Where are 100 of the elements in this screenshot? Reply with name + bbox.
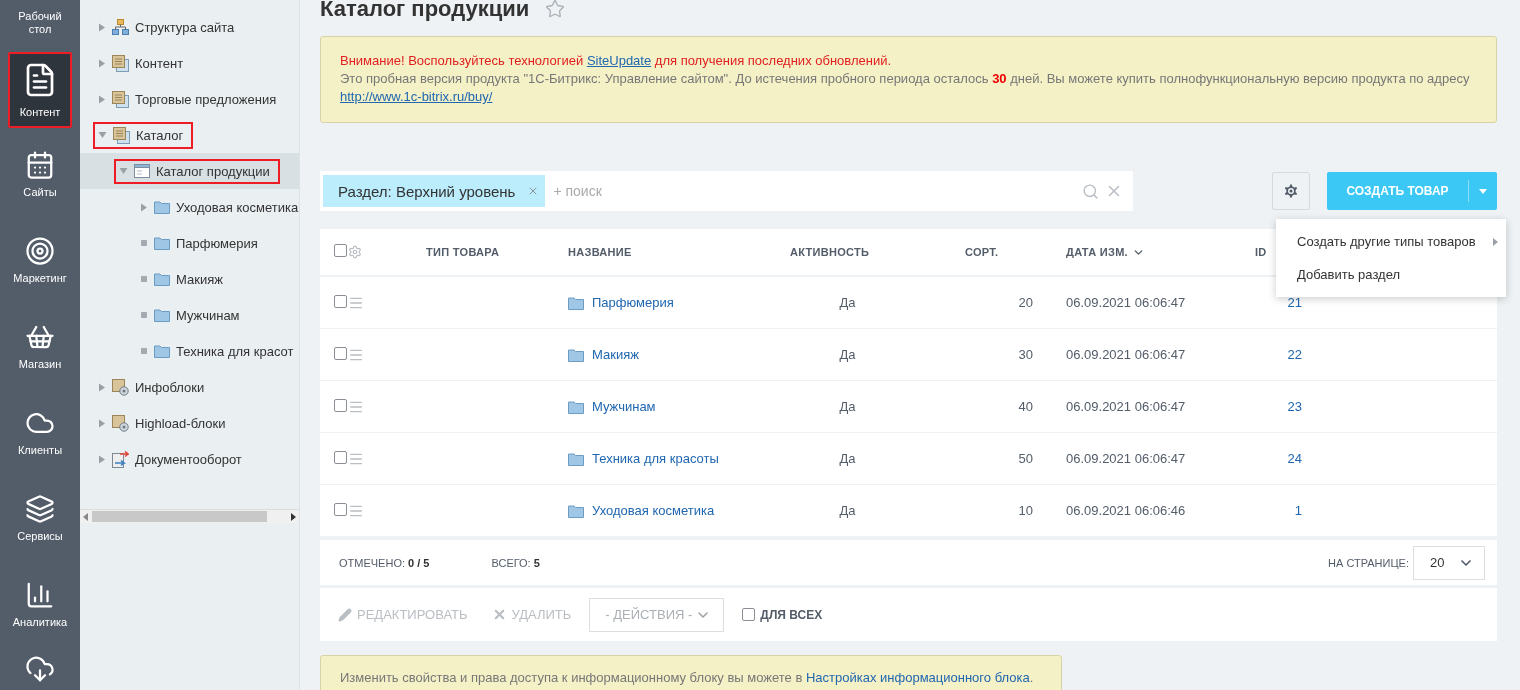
tree-item[interactable]: Каталог продукции [80,153,299,189]
expand-arrow-icon[interactable] [98,454,106,464]
sidebar-item[interactable]: Клиенты [8,386,72,472]
page-title: Каталог продукции [320,0,530,21]
folder-icon [568,295,584,310]
folder-icon [154,344,170,358]
expand-arrow-icon[interactable] [98,418,106,428]
section-link[interactable]: Уходовая косметика [548,503,770,518]
tree-item[interactable]: Торговые предложения [80,81,299,117]
section-link[interactable]: Техника для красоты [548,451,770,466]
column-header[interactable]: ДАТА ИЗМ. [1066,246,1128,258]
sidebar-item[interactable]: Рабочий стол [8,8,72,52]
folder-icon [154,200,170,214]
star-icon[interactable] [545,0,566,19]
column-header[interactable]: ТИП ТОВАРА [426,246,500,258]
row-checkbox[interactable] [334,398,347,412]
tree-item[interactable]: Уходовая косметика [80,189,299,225]
sidebar-item[interactable]: Сайты [8,128,72,214]
sidebar-item[interactable]: Аналитика [8,558,72,644]
siteupdate-link[interactable]: SiteUpdate [586,53,652,68]
document-stack-icon [113,126,130,144]
layers-icon [25,494,55,524]
section-link[interactable]: Парфюмерия [548,295,770,310]
scroll-left-icon[interactable] [83,512,88,521]
tree-item[interactable]: Парфюмерия [80,225,299,261]
tree-item[interactable]: Мужчинам [80,297,299,333]
trial-notice: Это пробная версия продукта "1С-Битрикс: Управление сайтом". До истечения пробного периода осталось 30 дней. Вы можете купить полнофункциональную версию продукта по адресу http://www.1c-bitrix.ru/buy/ [340,70,1471,106]
scroll-right-icon[interactable] [291,512,296,521]
tree-item[interactable]: Контент [80,45,299,81]
for-all-checkbox[interactable]: ДЛЯ ВСЕХ [742,607,823,622]
settings-button[interactable] [1272,172,1310,210]
id-link[interactable]: 24 [1235,451,1302,466]
sidebar-item[interactable]: Магазин [8,300,72,386]
folder-icon [568,347,584,362]
tree-item[interactable]: Инфоблоки [80,369,299,405]
table-cell-text: Да [838,347,857,362]
buy-link[interactable]: http://www.1c-bitrix.ru/buy/ [340,89,493,104]
id-link[interactable]: 23 [1235,399,1302,414]
document-gear-icon [112,414,129,432]
collapse-arrow-icon[interactable] [119,167,128,175]
id-link[interactable]: 1 [1235,503,1302,518]
row-checkbox[interactable] [334,294,347,308]
column-header[interactable]: ID [1255,246,1267,258]
tree-item[interactable]: Макияж [80,261,299,297]
select-all-checkbox[interactable] [334,244,347,257]
document-gear-icon [112,378,129,396]
table-cell-text: 50 [1017,451,1034,466]
expand-arrow-icon[interactable] [140,202,148,212]
search-icon[interactable] [1082,182,1099,200]
column-header[interactable]: НАЗВАНИЕ [568,246,632,258]
sidebar-item[interactable]: Контент [8,52,72,128]
folder-icon [568,399,584,414]
expand-arrow-icon[interactable] [98,382,106,392]
folder-icon [568,451,584,466]
table-cell-text: Да [838,503,857,518]
menu-item[interactable]: Добавить раздел [1276,258,1506,291]
structure-icon [112,18,129,36]
expand-arrow-icon[interactable] [98,94,106,104]
search-input[interactable]: + поиск [551,182,1076,200]
column-header[interactable]: СОРТ. [965,246,999,258]
warning-text: Внимание! Воспользуйтесь технологией SiteUpdate для получения последних обновлений. [340,52,893,70]
pencil-icon [338,607,352,622]
filter-tag[interactable]: Раздел: Верхний уровень [323,175,546,207]
sidebar-item[interactable]: Маркетинг [8,214,72,300]
page-size-select[interactable]: 20 [1413,545,1485,580]
scrollbar-thumb[interactable] [92,511,267,522]
tree-item[interactable]: Документооборот [80,441,299,477]
search-field[interactable]: Раздел: Верхний уровень + поиск [320,171,1133,211]
bar-chart-icon [25,580,55,610]
table-cell-text: 06.09.2021 06:06:47 [1065,295,1187,310]
settings-icon [1282,182,1300,200]
tree-item[interactable]: Структура сайта [80,9,299,45]
table-cell-text: 06.09.2021 06:06:47 [1065,347,1187,362]
settings-icon[interactable] [348,245,362,259]
folder-icon [154,236,170,250]
cloud-download-icon[interactable] [25,654,55,684]
section-link[interactable]: Макияж [548,347,770,362]
tree-item[interactable]: Техника для красот [80,333,299,369]
collapse-arrow-icon[interactable] [98,131,107,139]
table-cell-text: Да [838,399,857,414]
folder-icon [154,308,170,322]
section-link[interactable]: Мужчинам [548,399,770,414]
tree-item[interactable]: Highload-блоки [80,405,299,441]
id-link[interactable]: 21 [1235,295,1302,310]
tree-item[interactable]: Каталог [80,117,299,153]
expand-arrow-icon[interactable] [98,58,106,68]
horizontal-scrollbar[interactable] [80,509,299,523]
expand-arrow-icon[interactable] [98,22,106,32]
table-cell-text: Да [838,451,857,466]
settings-hint: Изменить свойства и права доступа к информационному блоку вы можете в Настройках информационного блока. [320,655,1062,690]
id-link[interactable]: 22 [1235,347,1302,362]
row-checkbox[interactable] [334,346,347,360]
column-header[interactable]: АКТИВНОСТЬ [790,246,870,258]
sidebar-item[interactable]: Сервисы [8,472,72,558]
menu-item[interactable]: Создать другие типы товаров [1276,225,1506,258]
row-checkbox[interactable] [334,502,347,516]
caret-icon [1479,188,1487,194]
iblock-settings-link[interactable]: Настройках информационного блока [805,670,1030,685]
target-icon [25,236,55,266]
row-checkbox[interactable] [334,450,347,464]
